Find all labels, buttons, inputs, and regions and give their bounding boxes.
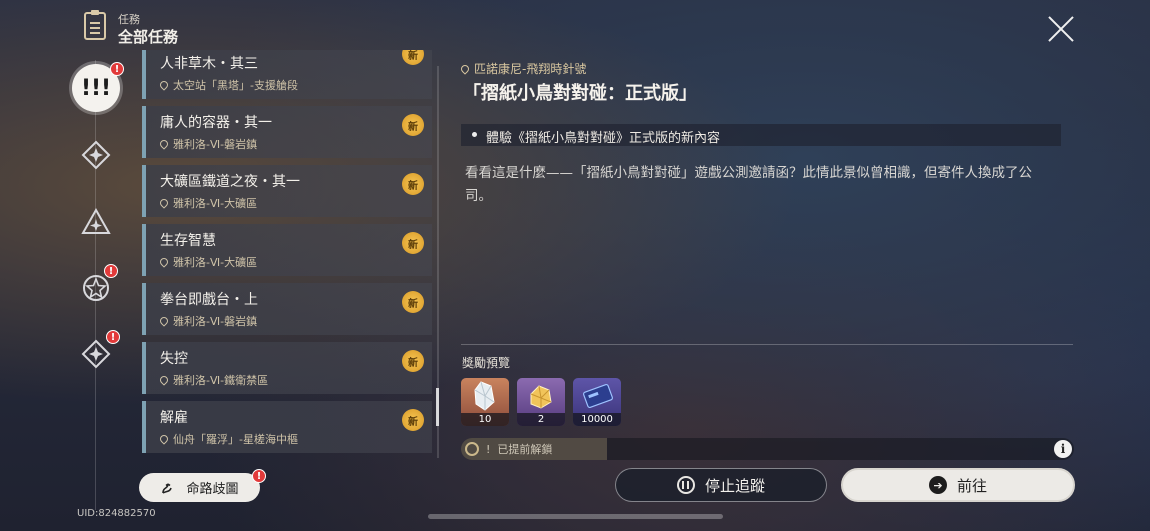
quest-name: 解雇 [160,410,188,426]
quest-location: 雅利洛-Ⅵ-大礦區 [158,195,258,211]
quest-log-icon [84,10,106,40]
quest-category-event[interactable]: ! [76,264,118,308]
unlock-icon [465,442,479,456]
go-label: 前往 [956,476,987,495]
notification-badge: ! [110,62,124,76]
branch-icon [162,482,173,494]
quest-location-text: 雅利洛-Ⅵ-鐵衛禁區 [173,374,269,387]
new-badge: 新 [402,232,424,254]
pause-icon [676,476,695,494]
quest-location-text: 雅利洛-Ⅵ-大礦區 [173,256,258,269]
location-pin-icon [158,433,170,445]
new-badge: 新 [402,409,424,431]
stop-tracking-label: 停止追蹤 [704,476,765,495]
blue-credit-icon [583,383,613,409]
quest-item[interactable]: 生存智慧 雅利洛-Ⅵ-大礦區 新 [142,224,432,276]
quest-location: 雅利洛-Ⅵ-磐岩鎮 [158,313,258,329]
uid-label: UID:824882570 [77,508,156,519]
triple-exclamation-icon: !!! [80,75,112,101]
quest-item[interactable]: 大礦區鐵道之夜・其一 雅利洛-Ⅵ-大礦區 新 [142,165,432,217]
quest-description: 看看這是什麼——「摺紙小鳥對對碰」遊戲公測邀請函？此情此景似曾相識，但寄件人換成… [465,165,1032,204]
home-indicator[interactable] [428,514,723,519]
quest-name: 庸人的容器・其一 [160,115,272,131]
quest-location: 雅利洛-Ⅵ-鐵衛禁區 [158,372,269,388]
quest-name: 大礦區鐵道之夜・其一 [160,174,300,190]
crystal-shard-icon [474,381,495,411]
location-pin-icon [158,79,170,91]
reward-quantity: 10000 [573,413,621,426]
quest-location: 雅利洛-Ⅵ-大礦區 [158,254,258,270]
reward-item[interactable]: 10000 [573,378,621,426]
list-scrollbar-thumb[interactable] [436,388,439,426]
quest-location-text: 匹諾康尼-飛翔時針號 [474,62,587,76]
arrow-right-icon: ➔ [928,476,947,494]
new-badge: 新 [402,350,424,372]
quest-location-text: 雅利洛-Ⅵ-大礦區 [173,197,258,210]
quest-location-text: 仙舟「羅浮」-星槎海中樞 [173,433,298,446]
info-icon[interactable]: i [1054,440,1072,458]
go-button[interactable]: ➔ 前往 [841,468,1075,502]
diamond-star-icon [81,339,111,369]
reward-quantity: 10 [461,413,509,426]
destiny-map-button[interactable]: 命路歧圖 ! [139,469,266,502]
unlock-text: 已提前解鎖 [497,443,553,456]
quest-list[interactable]: 人非草木・其三 太空站「黑塔」-支援艙段 新 庸人的容器・其一 雅利洛-Ⅵ-磐岩… [142,50,432,460]
quest-location: 太空站「黑塔」-支援艙段 [158,77,298,93]
location-pin-icon [158,256,170,268]
unlock-prefix: ! [486,443,491,456]
divider [461,344,1073,345]
diamond-star-icon [81,140,111,170]
gold-ore-icon [530,385,552,409]
close-button[interactable] [1046,14,1076,44]
location-pin-icon [158,197,170,209]
reward-item[interactable]: 2 [517,378,565,426]
quest-item[interactable]: 庸人的容器・其一 雅利洛-Ⅵ-磐岩鎮 新 [142,106,432,158]
quest-item[interactable]: 解雇 仙舟「羅浮」-星槎海中樞 新 [142,401,432,453]
unlock-status: ! 已提前解鎖 [486,441,552,457]
reward-item[interactable]: 10 [461,378,509,426]
location-pin-icon [158,374,170,386]
reward-label: 獎勵預覽 [462,356,511,370]
new-badge: 新 [402,291,424,313]
objective-text: 體驗《摺紙小鳥對對碰》正式版的新內容 [486,131,721,146]
new-badge: 新 [402,50,424,65]
header-kicker: 任務 [118,13,140,26]
notification-badge: ! [104,264,118,278]
quest-item[interactable]: 拳台即戲台・上 雅利洛-Ⅵ-磐岩鎮 新 [142,283,432,335]
location-pin-icon [459,63,471,75]
reward-quantity: 2 [517,413,565,426]
notification-badge: ! [106,330,120,344]
quest-location: 仙舟「羅浮」-星槎海中樞 [158,431,298,447]
quest-location: 匹諾康尼-飛翔時針號 [459,60,587,77]
notification-badge: ! [252,469,266,483]
bullet-icon [472,132,477,137]
location-pin-icon [158,315,170,327]
new-badge: 新 [402,114,424,136]
quest-title: 「摺紙小鳥對對碰：正式版」 [463,83,697,104]
quest-category-main[interactable]: !!! ! [72,62,124,112]
quest-name: 生存智慧 [160,233,216,249]
star-circle-icon [83,275,109,301]
stop-tracking-button[interactable]: 停止追蹤 [615,468,827,502]
quest-location-text: 太空站「黑塔」-支援艙段 [173,79,298,92]
triangle-star-icon [81,207,111,234]
quest-location-text: 雅利洛-Ⅵ-磐岩鎮 [173,315,258,328]
quest-category-daily[interactable]: ! [76,330,120,374]
quest-location: 雅利洛-Ⅵ-磐岩鎮 [158,136,258,152]
quest-item[interactable]: 人非草木・其三 太空站「黑塔」-支援艙段 新 [142,50,432,99]
location-pin-icon [158,138,170,150]
quest-location-text: 雅利洛-Ⅵ-磐岩鎮 [173,138,258,151]
quest-category-adventure[interactable] [76,202,116,242]
destiny-map-label: 命路歧圖 [186,482,239,497]
quest-name: 拳台即戲台・上 [160,292,258,308]
quest-category-companion[interactable] [76,135,116,175]
new-badge: 新 [402,173,424,195]
page-title: 全部任務 [118,28,179,46]
quest-item[interactable]: 失控 雅利洛-Ⅵ-鐵衛禁區 新 [142,342,432,394]
quest-name: 人非草木・其三 [160,56,258,72]
quest-name: 失控 [160,351,188,367]
